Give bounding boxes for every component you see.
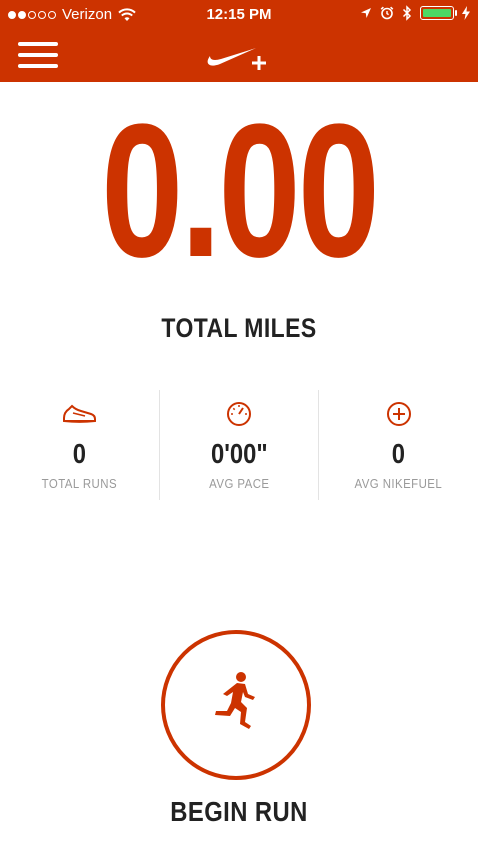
begin-run-label[interactable]: BEGIN RUN <box>36 796 442 828</box>
nav-bar <box>0 30 478 82</box>
total-miles-label: TOTAL MILES <box>161 313 317 343</box>
location-arrow-icon <box>361 8 371 18</box>
stats-row: 0 TOTAL RUNS 0'00" AVG PACE 0 AVG NIKEFU… <box>0 390 478 500</box>
avg-pace-label: AVG PACE <box>208 476 270 491</box>
speedometer-icon <box>160 400 319 428</box>
nike-plus-logo <box>207 48 266 70</box>
shoe-icon <box>0 400 159 428</box>
avg-pace-value: 0'00" <box>210 438 268 469</box>
status-right <box>360 5 470 21</box>
stat-total-runs: 0 TOTAL RUNS <box>0 390 159 500</box>
nikefuel-plus-icon <box>319 400 478 428</box>
runner-icon <box>215 672 255 729</box>
status-bar: Verizon 12:15 PM <box>0 0 478 30</box>
total-runs-value: 0 <box>72 438 86 469</box>
stat-avg-nikefuel: 0 AVG NIKEFUEL <box>318 390 478 500</box>
battery-icon <box>420 6 457 20</box>
avg-nikefuel-label: AVG NIKEFUEL <box>354 476 443 491</box>
begin-run-button[interactable] <box>161 630 311 780</box>
charging-bolt-icon <box>462 6 470 20</box>
bluetooth-icon <box>402 5 412 21</box>
total-miles-value: 0.00 <box>101 85 380 297</box>
alarm-clock-icon <box>380 6 394 20</box>
hamburger-menu-button[interactable] <box>18 42 58 70</box>
stat-avg-pace: 0'00" AVG PACE <box>158 390 319 500</box>
avg-nikefuel-value: 0 <box>392 438 406 469</box>
total-runs-label: TOTAL RUNS <box>41 476 118 491</box>
